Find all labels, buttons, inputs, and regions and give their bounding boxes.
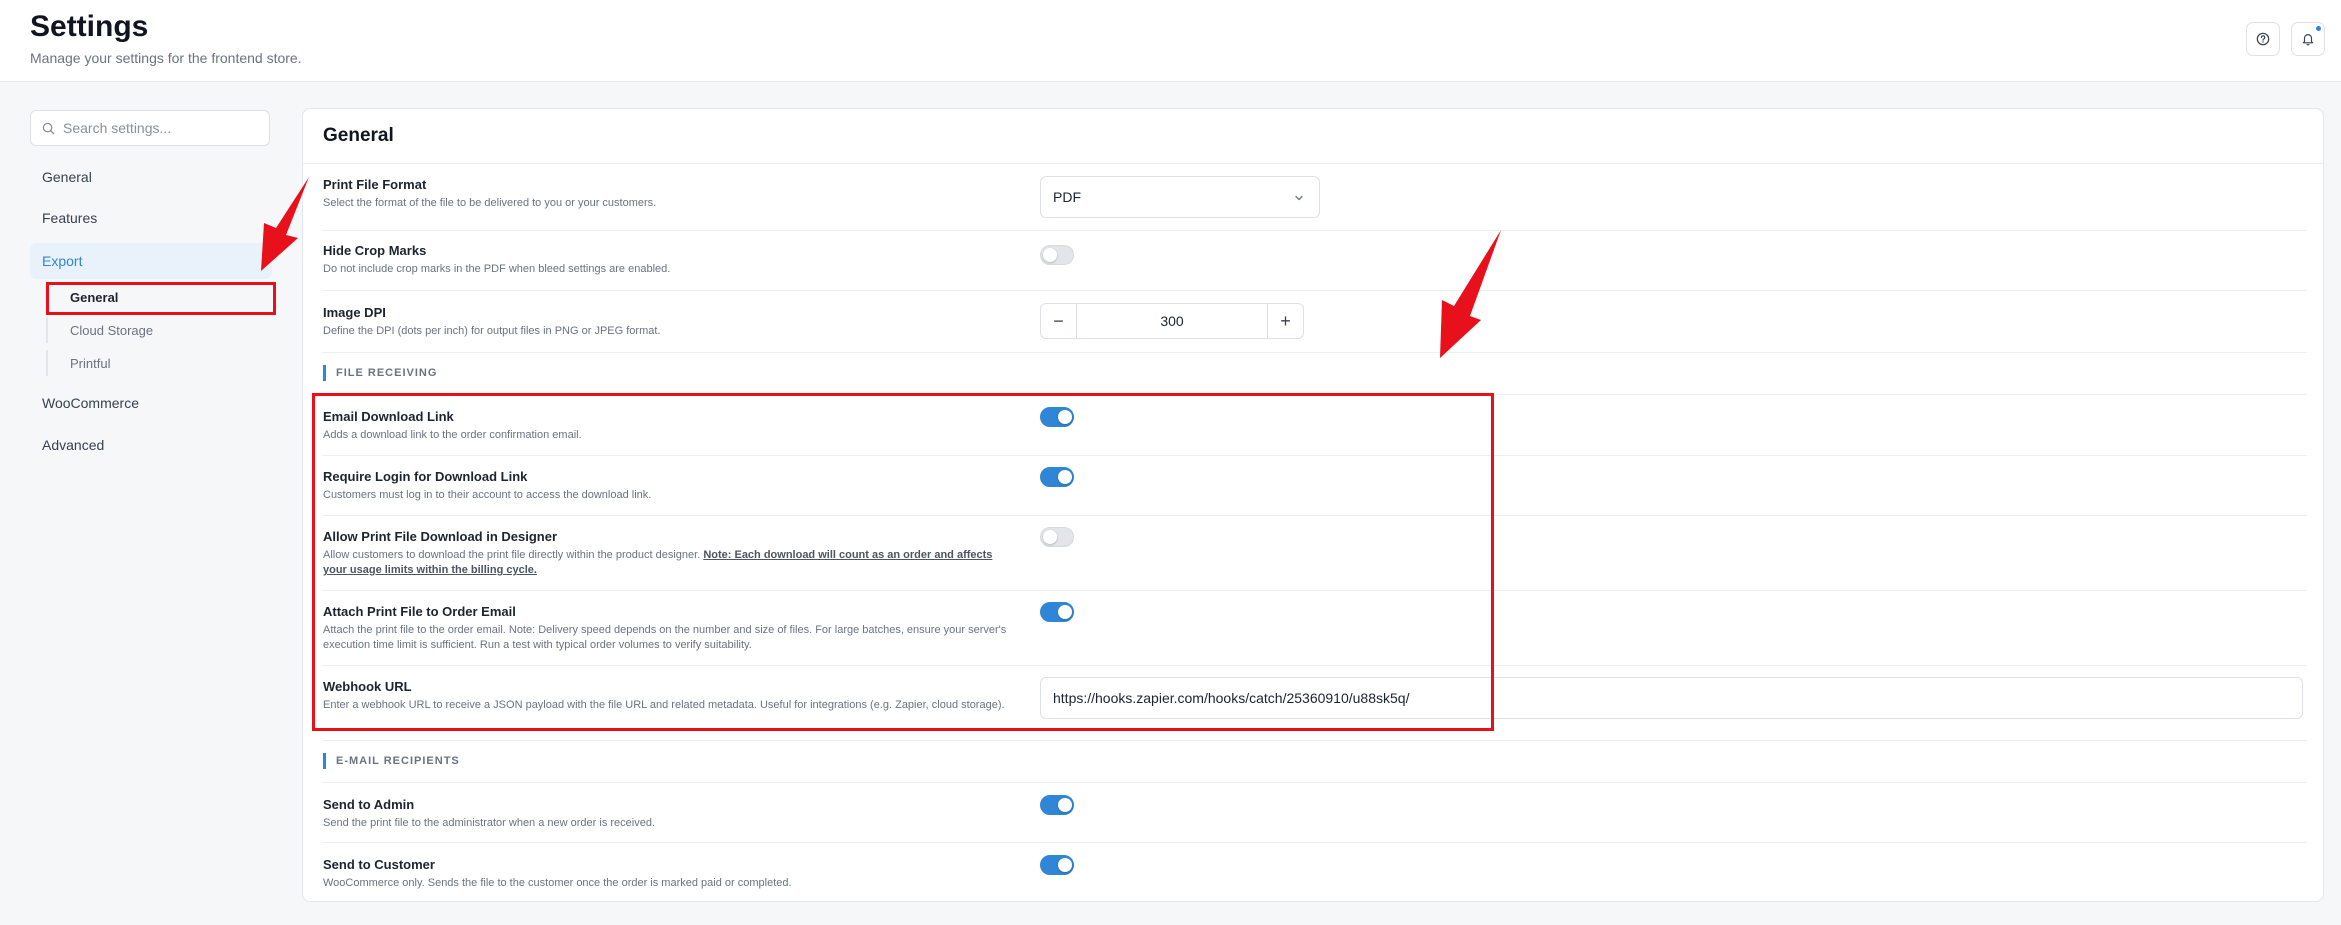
help-button[interactable] [2246,22,2280,56]
sidebar-item-advanced[interactable]: Advanced [30,430,272,460]
file-receiving-heading: FILE RECEIVING [323,365,437,381]
send-to-admin-label: Send to Admin [323,797,415,812]
divider [323,515,2307,516]
divider [323,455,2307,456]
bell-icon [2302,34,2314,46]
divider [323,782,2307,783]
sidebar-subitem-printful[interactable]: Printful [46,350,272,376]
send-to-admin-desc: Send the print file to the administrator… [323,817,656,829]
sidebar-item-general[interactable]: General [30,162,272,192]
image-dpi-desc: Define the DPI (dots per inch) for outpu… [323,325,661,337]
divider [323,665,2307,666]
print-file-format-label: Print File Format [323,177,427,192]
send-to-customer-toggle[interactable] [1040,855,1074,875]
page-title: Settings [30,10,149,43]
divider [323,394,2307,395]
search-box[interactable] [30,110,270,146]
notifications-button[interactable] [2291,22,2325,56]
divider [323,290,2307,291]
email-recipients-heading: E-MAIL RECIPIENTS [323,753,460,769]
settings-card: General Print File Format Select the for… [302,108,2324,902]
toggle-knob [1043,248,1057,262]
attach-print-file-toggle[interactable] [1040,602,1074,622]
hide-crop-marks-label: Hide Crop Marks [323,243,427,258]
card-title: General [323,125,394,146]
page-subtitle: Manage your settings for the frontend st… [30,50,302,66]
settings-sidebar: General Features Export General Cloud St… [30,110,272,453]
email-download-link-label: Email Download Link [323,409,454,424]
require-login-desc: Customers must log in to their account t… [323,489,652,501]
page-header: Settings Manage your settings for the fr… [0,0,2341,82]
sidebar-subitem-general[interactable]: General [46,284,272,310]
sidebar-item-export[interactable]: Export [30,243,272,279]
send-to-customer-label: Send to Customer [323,857,435,872]
email-download-link-desc: Adds a download link to the order confir… [323,429,582,441]
toggle-knob [1058,798,1072,812]
toggle-knob [1058,605,1072,619]
hide-crop-marks-toggle[interactable] [1040,245,1074,265]
search-icon [42,122,55,135]
chevron-down-icon [1295,195,1303,201]
print-file-format-desc: Select the format of the file to be deli… [323,197,657,209]
attach-print-file-desc: Attach the print file to the order email… [323,624,1007,651]
send-to-admin-toggle[interactable] [1040,795,1074,815]
divider [323,590,2307,591]
print-file-format-value: PDF [1053,189,1081,205]
toggle-knob [1058,470,1072,484]
allow-designer-download-label: Allow Print File Download in Designer [323,529,558,544]
toggle-knob [1058,410,1072,424]
help-circle-icon [2256,32,2270,46]
dpi-value-input[interactable]: 300 [1077,304,1267,338]
require-login-label: Require Login for Download Link [323,469,528,484]
sidebar-subitem-cloud-storage[interactable]: Cloud Storage [46,317,272,343]
image-dpi-label: Image DPI [323,305,386,320]
webhook-url-input[interactable]: https://hooks.zapier.com/hooks/catch/253… [1040,677,2303,719]
allow-designer-download-toggle[interactable] [1040,527,1074,547]
search-input[interactable] [63,111,263,145]
webhook-url-label: Webhook URL [323,679,412,694]
divider [323,352,2307,353]
allow-designer-download-desc: Allow customers to download the print fi… [323,548,1013,578]
image-dpi-stepper: − 300 + [1040,303,1304,339]
require-login-toggle[interactable] [1040,467,1074,487]
print-file-format-select[interactable]: PDF [1040,176,1320,218]
notification-dot [2316,26,2321,31]
hide-crop-marks-desc: Do not include crop marks in the PDF whe… [323,263,671,275]
sidebar-item-features[interactable]: Features [30,203,272,233]
allow-designer-download-desc-text: Allow customers to download the print fi… [323,549,701,561]
divider [323,230,2307,231]
email-download-link-toggle[interactable] [1040,407,1074,427]
send-to-customer-desc: WooCommerce only. Sends the file to the … [323,877,792,889]
webhook-url-desc: Enter a webhook URL to receive a JSON pa… [323,699,1005,711]
dpi-increment-button[interactable]: + [1267,304,1303,338]
divider [303,163,2323,164]
sidebar-item-woocommerce[interactable]: WooCommerce [30,388,272,418]
divider [323,842,2307,843]
dpi-decrement-button[interactable]: − [1041,304,1077,338]
attach-print-file-label: Attach Print File to Order Email [323,604,516,619]
toggle-knob [1043,530,1057,544]
divider [323,740,2307,741]
toggle-knob [1058,858,1072,872]
